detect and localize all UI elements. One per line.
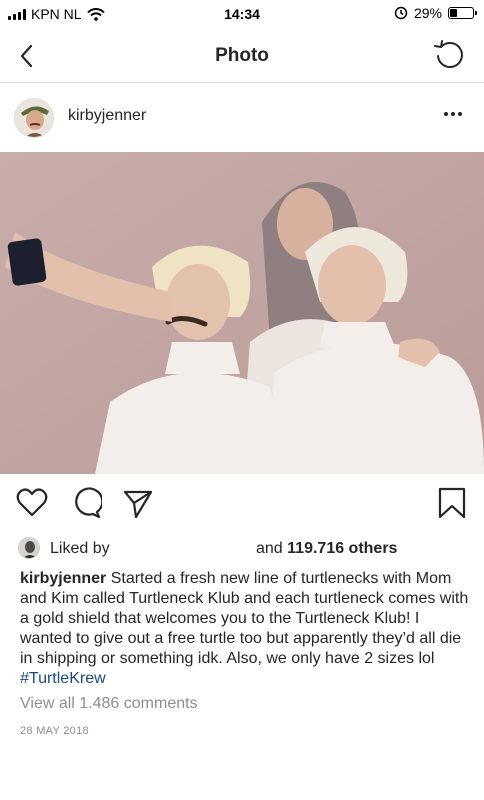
liker-avatar [18, 537, 40, 559]
caption-hashtag[interactable]: #TurtleKrew [20, 670, 106, 687]
refresh-icon[interactable] [432, 38, 466, 72]
comment-icon[interactable] [70, 486, 102, 520]
liked-by-label: Liked by [50, 540, 110, 557]
battery-percent: 29% [413, 5, 442, 21]
battery-icon [448, 7, 477, 19]
bookmark-icon[interactable] [436, 486, 468, 520]
alarm-icon [394, 6, 408, 20]
likes-count-text[interactable]: and 119.716 others [256, 540, 397, 558]
share-icon[interactable] [122, 486, 154, 520]
likes-row[interactable]: Liked by and 119.716 others [18, 537, 478, 561]
post-caption: kirbyjenner Started a fresh new line of … [20, 569, 472, 689]
avatar[interactable] [14, 98, 54, 138]
others-count[interactable]: 119.716 others [287, 540, 397, 557]
status-right: 29% [394, 5, 477, 21]
page-title: Photo [215, 45, 269, 66]
more-options-icon[interactable] [438, 102, 468, 126]
post-header: kirbyjenner [0, 90, 484, 146]
post-date: 28 MAY 2018 [20, 725, 89, 737]
view-comments-link[interactable]: View all 1.486 comments [20, 695, 198, 713]
heart-icon[interactable] [16, 486, 48, 520]
status-bar: KPN NL 14:34 29% [0, 0, 484, 30]
caption-username[interactable]: kirbyjenner [20, 570, 106, 587]
action-row [0, 486, 484, 526]
nav-bar: Photo [0, 30, 484, 83]
post-username[interactable]: kirbyjenner [68, 107, 146, 125]
post-photo[interactable] [0, 152, 484, 474]
